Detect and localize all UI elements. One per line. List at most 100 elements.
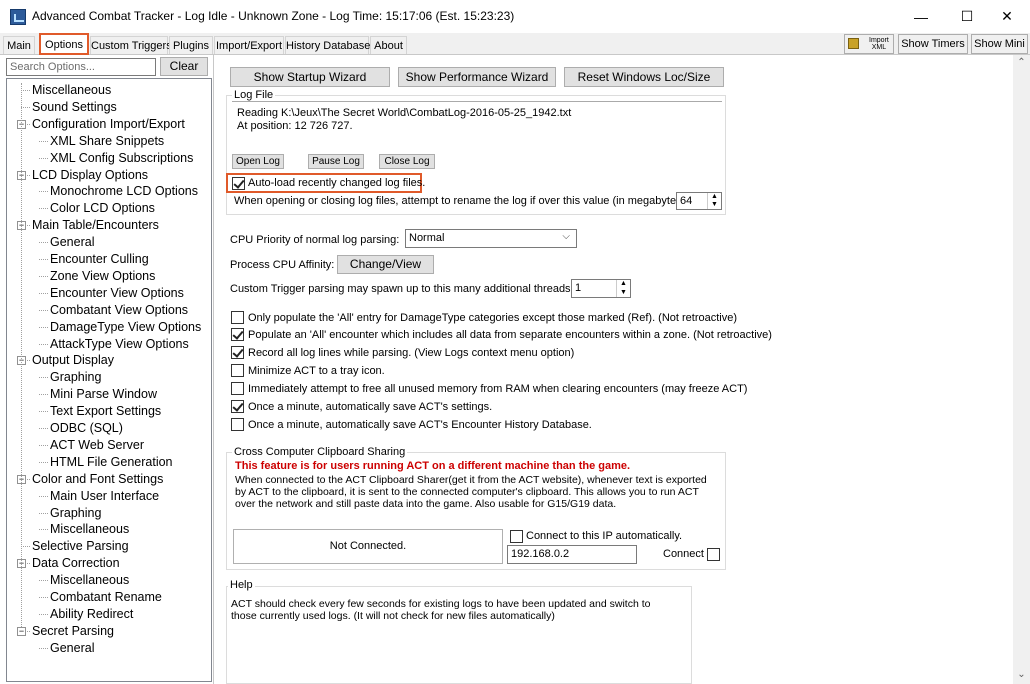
show-startup-wizard-button[interactable]: Show Startup Wizard xyxy=(230,67,390,87)
tree-item[interactable]: Color and Font Settings xyxy=(32,471,163,488)
tree-item[interactable]: XML Config Subscriptions xyxy=(50,150,193,167)
tree-connector xyxy=(39,444,48,446)
change-view-button[interactable]: Change/View xyxy=(337,255,434,274)
tree-item[interactable]: Output Display xyxy=(32,352,114,369)
option-checkbox[interactable] xyxy=(231,364,244,377)
threads-input[interactable]: 1 ▲ ▼ xyxy=(571,279,631,298)
tree-connector xyxy=(39,377,48,379)
close-button[interactable]: ✕ xyxy=(984,0,1030,33)
tree-connector xyxy=(39,495,48,497)
tree-item[interactable]: Main Table/Encounters xyxy=(32,217,159,234)
tree-item[interactable]: AttackType View Options xyxy=(50,336,189,353)
tree-item[interactable]: Monochrome LCD Options xyxy=(50,183,198,200)
option-checkbox-label: Minimize ACT to a tray icon. xyxy=(248,365,385,377)
tree-item[interactable]: Combatant View Options xyxy=(50,302,188,319)
tree-item[interactable]: General xyxy=(50,640,94,657)
rename-size-spinner[interactable]: ▲ ▼ xyxy=(707,193,721,209)
tree-item[interactable]: DamageType View Options xyxy=(50,319,201,336)
tree-item[interactable]: Graphing xyxy=(50,369,101,386)
tree-connector xyxy=(39,157,48,159)
spin-up-icon: ▲ xyxy=(620,280,627,287)
tree-item[interactable]: Ability Redirect xyxy=(50,606,133,623)
option-checkbox[interactable] xyxy=(231,382,244,395)
tab-about[interactable]: About xyxy=(370,36,407,54)
tree-item[interactable]: Main User Interface xyxy=(50,488,159,505)
tree-item[interactable]: LCD Display Options xyxy=(32,167,148,184)
option-checkbox[interactable] xyxy=(231,311,244,324)
vertical-scrollbar[interactable]: ⌃ ⌄ xyxy=(1013,55,1030,684)
tree-item[interactable]: Data Correction xyxy=(32,555,120,572)
show-performance-wizard-button[interactable]: Show Performance Wizard xyxy=(398,67,556,87)
import-label: Import xyxy=(869,37,889,44)
tree-item[interactable]: Selective Parsing xyxy=(32,538,129,555)
tree-connector xyxy=(39,242,48,244)
log-file-divider xyxy=(232,101,722,102)
tab-history-database[interactable]: History Database xyxy=(285,36,370,54)
tree-item[interactable]: Miscellaneous xyxy=(32,82,111,99)
tree-connector xyxy=(39,613,48,615)
tree-connector xyxy=(39,191,48,193)
search-options-input[interactable] xyxy=(6,58,156,76)
tree-item[interactable]: XML Share Snippets xyxy=(50,133,164,150)
tree-item[interactable]: Color LCD Options xyxy=(50,200,155,217)
threads-spinner[interactable]: ▲ ▼ xyxy=(616,280,630,297)
tab-plugins[interactable]: Plugins xyxy=(169,36,213,54)
tree-item[interactable]: ODBC (SQL) xyxy=(50,420,123,437)
options-panel: Show Startup Wizard Show Performance Wiz… xyxy=(215,55,1030,684)
tree-item[interactable]: General xyxy=(50,234,94,251)
tab-import-export[interactable]: Import/Export xyxy=(214,36,284,54)
auto-load-label: Auto-load recently changed log files. xyxy=(248,177,426,189)
tree-connector xyxy=(39,259,48,260)
spin-down-icon: ▼ xyxy=(620,288,627,296)
auto-load-checkbox[interactable] xyxy=(232,177,245,190)
xml-label: XML xyxy=(871,44,887,51)
tab-main[interactable]: Main xyxy=(3,36,35,54)
title-bar: Advanced Combat Tracker - Log Idle - Unk… xyxy=(0,0,1030,33)
auto-connect-checkbox[interactable] xyxy=(510,530,523,543)
tree-item[interactable]: Mini Parse Window xyxy=(50,386,157,403)
options-sidebar: Clear MiscellaneousSound SettingsConfigu… xyxy=(0,55,214,684)
tree-item[interactable]: Miscellaneous xyxy=(50,521,129,538)
option-checkbox[interactable] xyxy=(231,418,244,431)
tree-item[interactable]: Miscellaneous xyxy=(50,572,129,589)
threads-value: 1 xyxy=(575,282,582,294)
cpu-priority-select[interactable]: Normal ⌵ xyxy=(405,229,577,248)
option-checkbox[interactable] xyxy=(231,346,244,359)
open-log-button[interactable]: Open Log xyxy=(232,154,284,169)
tree-item[interactable]: ACT Web Server xyxy=(50,437,144,454)
tree-item[interactable]: Encounter View Options xyxy=(50,285,184,302)
tree-item[interactable]: Graphing xyxy=(50,505,101,522)
ip-address-input[interactable]: 192.168.0.2 xyxy=(507,545,637,564)
clear-search-button[interactable]: Clear xyxy=(160,57,208,76)
minimize-button[interactable]: — xyxy=(898,0,944,33)
connect-checkbox[interactable] xyxy=(707,548,720,561)
tree-item[interactable]: Combatant Rename xyxy=(50,589,162,606)
scroll-up-icon[interactable]: ⌃ xyxy=(1013,57,1030,68)
show-mini-button[interactable]: Show Mini xyxy=(971,34,1028,54)
import-xml-button[interactable]: Import XML xyxy=(844,34,894,54)
pause-log-button[interactable]: Pause Log xyxy=(308,154,364,169)
tree-item[interactable]: Text Export Settings xyxy=(50,403,161,420)
tree-item[interactable]: Secret Parsing xyxy=(32,623,114,640)
tree-item[interactable]: Configuration Import/Export xyxy=(32,116,185,133)
option-checkbox[interactable] xyxy=(231,400,244,413)
connection-status-box: Not Connected. xyxy=(233,529,503,564)
tree-item[interactable]: Sound Settings xyxy=(32,99,117,116)
tab-custom-triggers[interactable]: Custom Triggers xyxy=(90,36,172,54)
clipboard-warning: This feature is for users running ACT on… xyxy=(235,460,631,472)
tree-item[interactable]: HTML File Generation xyxy=(50,454,173,471)
app-icon xyxy=(10,9,26,25)
tab-options[interactable]: Options xyxy=(39,33,89,55)
tree-item[interactable]: Encounter Culling xyxy=(50,251,149,268)
tree-connector xyxy=(39,647,48,649)
reset-windows-button[interactable]: Reset Windows Loc/Size xyxy=(564,67,724,87)
option-checkbox[interactable] xyxy=(231,328,244,341)
tree-connector xyxy=(39,411,48,413)
tree-item[interactable]: Zone View Options xyxy=(50,268,155,285)
rename-size-input[interactable]: 64 ▲ ▼ xyxy=(676,192,722,210)
close-log-button[interactable]: Close Log xyxy=(379,154,435,169)
show-timers-button[interactable]: Show Timers xyxy=(898,34,968,54)
scroll-down-icon[interactable]: ⌄ xyxy=(1013,669,1030,680)
tree-connector xyxy=(39,597,48,598)
collapse-icon[interactable]: − xyxy=(17,626,26,636)
